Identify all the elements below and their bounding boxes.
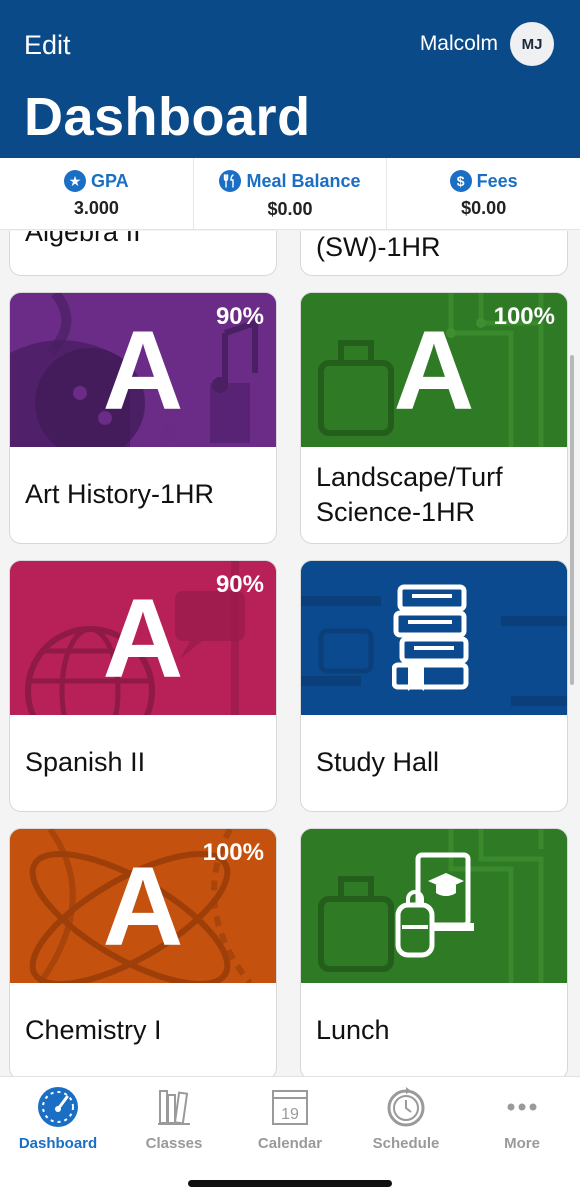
meal-balance-value: $0.00 bbox=[267, 199, 313, 219]
course-card-spanish[interactable]: A 90% Spanish II bbox=[9, 560, 277, 812]
course-title: Study Hall bbox=[316, 747, 440, 778]
fees-label: Fees bbox=[476, 170, 518, 191]
meal-balance-label: Meal Balance bbox=[246, 170, 361, 191]
tab-schedule[interactable]: Schedule bbox=[348, 1085, 464, 1152]
more-icon bbox=[507, 1103, 537, 1111]
card-banner: A 90% bbox=[10, 293, 276, 447]
card-banner: A 90% bbox=[10, 561, 276, 715]
grade-percent: 100% bbox=[493, 303, 555, 330]
tab-calendar[interactable]: 19 Calendar bbox=[232, 1085, 348, 1152]
tab-dashboard[interactable]: Dashboard bbox=[0, 1085, 116, 1152]
calendar-day: 19 bbox=[281, 1106, 299, 1123]
dollar-icon: $ bbox=[449, 170, 472, 192]
grade-letter: A bbox=[102, 308, 184, 433]
books-icon bbox=[392, 584, 469, 691]
course-card-sw[interactable]: (SW)-1HR bbox=[300, 231, 568, 276]
grade-letter: A bbox=[393, 308, 475, 433]
course-title: Algebra II bbox=[25, 231, 141, 247]
fees-value: $0.00 bbox=[461, 198, 507, 218]
card-banner bbox=[301, 561, 567, 715]
clock-icon bbox=[387, 1087, 425, 1127]
course-card-algebra[interactable]: Algebra II bbox=[9, 231, 277, 276]
edit-button[interactable]: Edit bbox=[24, 30, 71, 61]
user-name: Malcolm bbox=[419, 32, 498, 55]
tab-label: Calendar bbox=[257, 1135, 323, 1152]
grade-letter: A bbox=[102, 576, 184, 701]
stats-bar: ★ GPA 3.000 Meal Balance $0.00 $ Fees $0… bbox=[0, 158, 580, 230]
gpa-value: 3.000 bbox=[73, 198, 119, 218]
gpa-label-row: ★ GPA bbox=[64, 170, 129, 192]
course-card-art-history[interactable]: A 90% Art History-1HR bbox=[9, 292, 277, 544]
tab-label: Schedule bbox=[372, 1135, 440, 1152]
course-title: (SW)-1HR bbox=[316, 232, 441, 262]
calendar-icon: 19 bbox=[272, 1090, 308, 1125]
course-title: Art History-1HR bbox=[25, 479, 215, 510]
card-banner bbox=[301, 829, 567, 983]
card-banner: A 100% bbox=[301, 293, 567, 447]
gpa-stat[interactable]: ★ GPA 3.000 bbox=[0, 158, 194, 229]
fees-label-row: $ Fees bbox=[449, 170, 518, 192]
backpack-icon bbox=[395, 852, 474, 958]
course-grid[interactable]: Algebra II (SW)-1HR A 90% Art History-1H… bbox=[0, 231, 580, 1076]
grade-percent: 90% bbox=[215, 571, 264, 598]
star-icon: ★ bbox=[64, 170, 86, 192]
user-profile[interactable]: Malcolm MJ bbox=[420, 22, 554, 66]
course-title: Chemistry I bbox=[25, 1015, 162, 1046]
course-card-chemistry[interactable]: A 100% Chemistry I bbox=[9, 828, 277, 1076]
fees-stat[interactable]: $ Fees $0.00 bbox=[387, 158, 580, 229]
grade-letter: A bbox=[102, 844, 184, 969]
header: Edit Malcolm MJ Dashboard bbox=[0, 0, 580, 158]
course-title: Lunch bbox=[316, 1015, 390, 1046]
scrollbar[interactable] bbox=[570, 355, 574, 685]
meal-balance-label-row: Meal Balance bbox=[219, 170, 361, 192]
home-indicator[interactable] bbox=[188, 1180, 392, 1187]
tab-label: Classes bbox=[145, 1135, 203, 1152]
tab-classes[interactable]: Classes bbox=[116, 1085, 232, 1152]
grade-percent: 90% bbox=[215, 303, 264, 330]
utensils-icon bbox=[219, 170, 242, 192]
course-title: Landscape/Turf Science-1HR bbox=[316, 461, 503, 527]
page-title: Dashboard bbox=[24, 87, 311, 147]
course-card-study-hall[interactable]: Study Hall bbox=[300, 560, 568, 812]
course-card-landscape[interactable]: A 100% Landscape/Turf Science-1HR bbox=[300, 292, 568, 544]
gauge-icon bbox=[38, 1087, 78, 1127]
gpa-label: GPA bbox=[91, 170, 129, 191]
grade-percent: 100% bbox=[202, 839, 264, 866]
tab-label: More bbox=[504, 1135, 540, 1152]
course-title: Spanish II bbox=[25, 747, 146, 778]
app-root: Edit Malcolm MJ Dashboard ★ GPA 3.000 Me… bbox=[0, 0, 580, 1200]
tab-label: Dashboard bbox=[18, 1135, 98, 1152]
card-banner: A 100% bbox=[10, 829, 276, 983]
course-card-lunch[interactable]: Lunch bbox=[300, 828, 568, 1076]
meal-balance-stat[interactable]: Meal Balance $0.00 bbox=[194, 158, 388, 229]
tab-more[interactable]: More bbox=[464, 1085, 580, 1152]
books-icon bbox=[158, 1090, 190, 1125]
avatar[interactable]: MJ bbox=[510, 22, 554, 66]
